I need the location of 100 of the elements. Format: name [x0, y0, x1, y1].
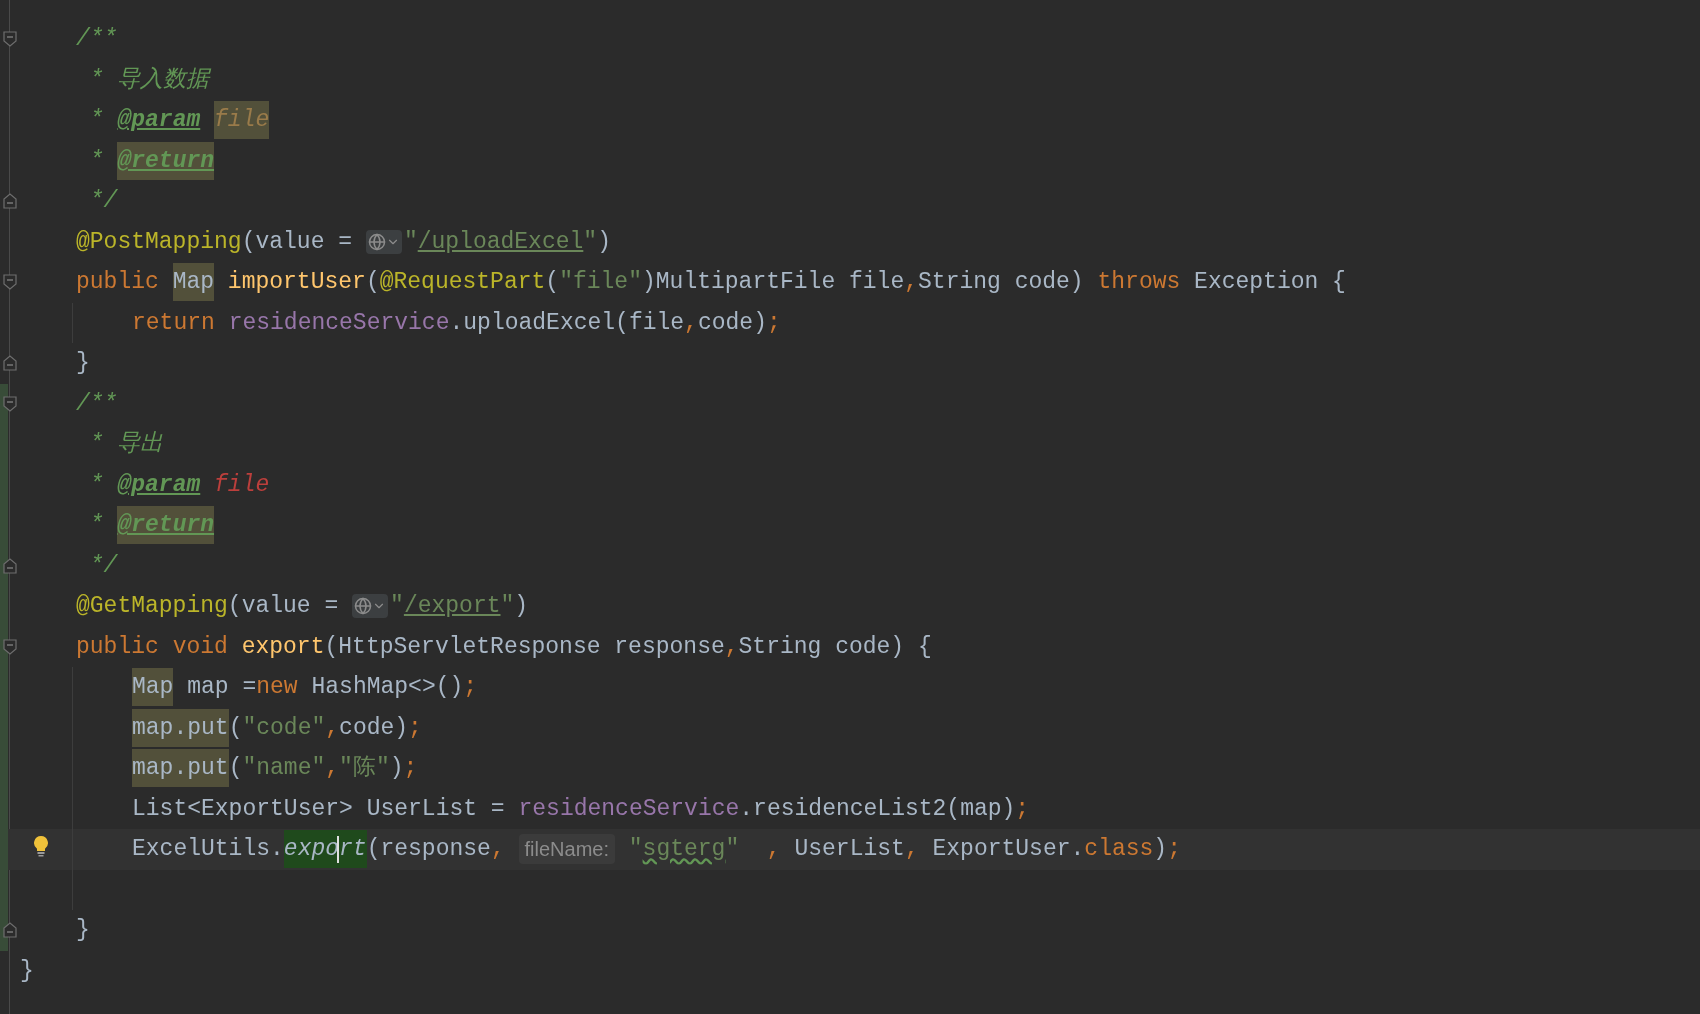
code-text: Exception {: [1193, 268, 1346, 298]
code-text: (value =: [227, 592, 340, 622]
code-text: .residenceList2(map): [739, 794, 1016, 824]
comment-text: *: [88, 146, 105, 176]
keyword: ,: [325, 713, 340, 743]
code-text: HashMap<>(): [310, 673, 464, 703]
code-text: ): [389, 754, 404, 784]
keyword: ;: [1167, 835, 1181, 865]
method-name: importUser: [227, 268, 366, 298]
code-text: (: [545, 268, 560, 298]
fold-icon[interactable]: [3, 193, 17, 209]
keyword: throws: [1097, 268, 1181, 298]
keyword: ,: [325, 754, 340, 784]
string-literal: ": [500, 592, 515, 622]
keyword: void: [172, 632, 228, 662]
doc-tag: @param: [117, 101, 201, 140]
keyword: public: [76, 632, 159, 662]
string-literal: ": [403, 227, 418, 257]
code-text: String code) {: [738, 632, 932, 662]
keyword: public: [76, 268, 159, 298]
code-text: Map: [132, 668, 174, 707]
keyword: ,: [724, 632, 739, 662]
code-text: code): [697, 308, 767, 338]
string-literal: "code": [242, 713, 326, 743]
string-literal: sgterg: [642, 835, 726, 865]
string-literal: "file": [559, 268, 642, 298]
keyword: ;: [766, 308, 781, 338]
doc-tag: @return: [117, 506, 215, 545]
comment-text: * 导入数据: [88, 65, 210, 95]
field-name: residenceService: [518, 794, 740, 824]
fold-icon[interactable]: [3, 557, 17, 574]
fold-icon[interactable]: [3, 395, 17, 412]
method-name: rt: [339, 830, 367, 869]
code-text: map =: [186, 673, 257, 703]
code-text: ExcelUtils.: [132, 835, 284, 865]
fold-icon[interactable]: [3, 638, 17, 655]
string-literal: ": [725, 835, 741, 865]
code-text: map.put: [132, 749, 229, 788]
method-name: export: [241, 632, 325, 662]
code-text: String code): [918, 268, 1085, 298]
keyword: ,: [904, 835, 919, 865]
doc-tag: @param: [117, 465, 201, 504]
comment-text: *: [88, 106, 105, 136]
code-text: )MultipartFile file: [641, 268, 905, 298]
code-text: (value =: [241, 227, 354, 257]
url-link: /uploadExcel: [417, 227, 584, 257]
string-literal: ": [628, 835, 643, 865]
comment-text: /**: [76, 389, 118, 419]
string-literal: "陈": [339, 754, 390, 784]
lightbulb-icon[interactable]: [33, 835, 49, 857]
comment-text: *: [88, 470, 105, 500]
keyword: new: [256, 673, 298, 703]
code-text: Map: [172, 263, 215, 302]
annotation: @GetMapping: [76, 592, 228, 622]
keyword: ,: [904, 268, 919, 298]
keyword: ;: [403, 754, 418, 784]
code-text: (: [228, 754, 243, 784]
globe-dropdown-icon[interactable]: [352, 594, 389, 619]
keyword: ,: [490, 835, 505, 865]
code-text: (: [228, 713, 243, 743]
code-text: }: [76, 916, 90, 946]
comment-text: */: [88, 187, 118, 217]
string-literal: ": [390, 592, 404, 622]
keyword: class: [1084, 835, 1154, 865]
code-text: (: [365, 268, 380, 298]
doc-tag: @return: [117, 141, 215, 180]
parameter-hint: fileName:: [518, 834, 615, 865]
comment-text: */: [88, 551, 118, 581]
comment-text: /**: [76, 25, 118, 55]
method-name: expo: [283, 830, 340, 869]
code-text: }: [20, 956, 34, 986]
keyword: return: [132, 308, 215, 338]
string-literal: "name": [242, 754, 326, 784]
keyword: ;: [463, 673, 478, 703]
annotation: @RequestPart: [379, 268, 546, 298]
field-name: residenceService: [228, 308, 450, 338]
string-literal: ": [583, 227, 598, 257]
comment-text: * 导出: [88, 430, 164, 460]
code-text: .uploadExcel(file: [449, 308, 685, 338]
code-text: code): [339, 713, 409, 743]
fold-icon[interactable]: [3, 274, 17, 290]
doc-parameter: file: [214, 101, 270, 140]
code-text: List<ExportUser> UserList =: [132, 794, 506, 824]
fold-icon[interactable]: [3, 922, 17, 938]
fold-icon[interactable]: [3, 31, 17, 47]
comment-text: *: [88, 511, 105, 541]
code-text: UserList: [793, 835, 905, 865]
code-text: (HttpServletResponse response: [324, 632, 725, 662]
keyword: ,: [684, 308, 698, 338]
fold-icon[interactable]: [3, 355, 17, 371]
keyword: ,: [766, 835, 781, 865]
code-text: (response: [366, 835, 491, 865]
code-text: ): [514, 592, 529, 622]
code-text: }: [76, 349, 90, 379]
code-text: ): [1153, 835, 1168, 865]
globe-dropdown-icon[interactable]: [365, 229, 402, 254]
code-text: ): [597, 227, 611, 257]
keyword: ;: [408, 713, 422, 743]
url-link: /export: [403, 592, 501, 622]
annotation: @PostMapping: [76, 227, 242, 257]
